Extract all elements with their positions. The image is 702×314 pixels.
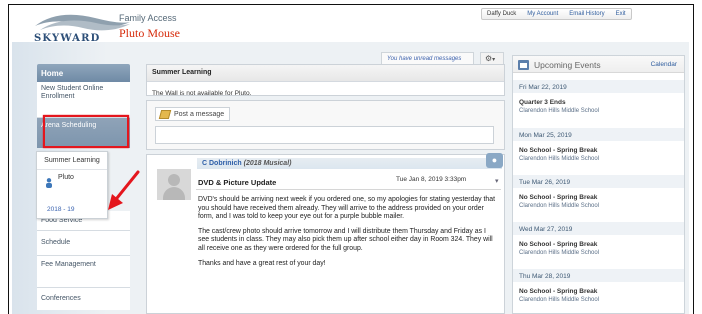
post-message-input[interactable] [155,126,494,144]
event-date: Fri Mar 22, 2019 [513,80,684,93]
event-school: Clarendon Hills Middle School [519,250,600,256]
chevron-down-icon[interactable]: ▾ [495,177,499,185]
calendar-link[interactable]: Calendar [651,61,677,68]
event-date: Mon Mar 25, 2019 [513,128,684,141]
message-paragraph: The cast/crew photo should arrive tomorr… [198,227,493,252]
red-arrow-icon [108,170,140,210]
post-message-button[interactable]: Post a message [155,107,231,121]
summer-learning-card: Summer Learning The Wall is not availabl… [146,64,505,97]
settings-gear-button[interactable]: ⚙▾ [480,52,504,64]
upcoming-events-panel: Upcoming Events Calendar Fri Mar 22, 201… [512,55,685,314]
avatar-head [168,174,180,186]
avatar [157,169,191,200]
popup-student-name[interactable]: Pluto [58,174,74,181]
message-group: (2018 Musical) [243,160,292,167]
event-date: Tue Mar 26, 2019 [513,175,684,188]
chevron-down-icon: ▾ [492,57,496,63]
message-author[interactable]: C Dobrinich [202,160,242,167]
event-date: Thu Mar 28, 2019 [513,269,684,282]
unread-messages-link[interactable]: You have unread messages [381,52,474,64]
sidebar-item-new-student-enrollment[interactable]: New Student Online Enrollment [37,82,130,117]
school-year-link[interactable]: 2018 - 19 [47,206,74,213]
top-border [8,4,694,5]
popup-title: Summer Learning [44,157,100,164]
event-title[interactable]: Quarter 3 Ends [519,99,566,106]
event-school: Clarendon Hills Middle School [519,203,600,209]
event-title[interactable]: No School - Spring Break [519,194,597,201]
event-title[interactable]: No School - Spring Break [519,241,597,248]
upcoming-events-title: Upcoming Events [534,60,601,70]
email-history-link[interactable]: Email History [569,11,604,17]
post-message-card: Post a message [146,100,505,150]
my-account-link[interactable]: My Account [527,11,558,17]
page-frame: SKYWARD Family Access Pluto Mouse Daffy … [0,0,702,314]
summer-learning-title: Summer Learning [147,65,504,82]
message-paragraph: Thanks and have a great rest of your day… [198,259,326,267]
sidebar-item-home[interactable]: Home [37,64,130,82]
app-title: Family Access [119,13,177,23]
arena-scheduling-highlight [43,115,129,148]
chat-bubble-icon[interactable]: ● [486,153,503,168]
scheduling-popup: Summer Learning Pluto 2018 - 19 [36,151,108,219]
avatar-body [163,187,185,200]
user-name: Daffy Duck [487,11,517,17]
message-body: DVD's should be arriving next week if yo… [198,196,495,274]
upcoming-events-header: Upcoming Events Calendar [513,56,684,73]
main-content: You have unread messages ⚙▾ Summer Learn… [146,51,508,314]
popup-divider [37,169,107,170]
message-card: C Dobrinich (2018 Musical) ● DVD & Pictu… [146,153,505,314]
message-title: DVD & Picture Update [198,178,277,187]
student-name[interactable]: Pluto Mouse [119,26,180,41]
event-title[interactable]: No School - Spring Break [519,147,597,154]
calendar-icon [518,60,529,70]
event-date: Wed Mar 27, 2019 [513,222,684,235]
exit-link[interactable]: Exit [616,11,626,17]
message-date: Tue Jan 8, 2019 3:33pm [396,176,467,183]
event-school: Clarendon Hills Middle School [519,297,600,303]
sidebar-item-fee-management[interactable]: Fee Management [37,256,130,287]
header: SKYWARD Family Access Pluto Mouse Daffy … [12,8,696,46]
message-divider [196,189,501,190]
event-school: Clarendon Hills Middle School [519,108,600,114]
user-toolbar: Daffy Duck My Account Email History Exit [481,8,632,20]
message-paragraph: DVD's should be arriving next week if yo… [198,196,496,221]
event-title[interactable]: No School - Spring Break [519,288,597,295]
post-message-label: Post a message [174,111,225,118]
sidebar-item-schedule[interactable]: Schedule [37,231,130,255]
message-author-bar: C Dobrinich (2018 Musical) [197,158,502,169]
student-icon [46,178,52,188]
event-school: Clarendon Hills Middle School [519,156,600,162]
sidebar-item-conferences[interactable]: Conferences [37,288,130,310]
note-icon [158,110,172,119]
